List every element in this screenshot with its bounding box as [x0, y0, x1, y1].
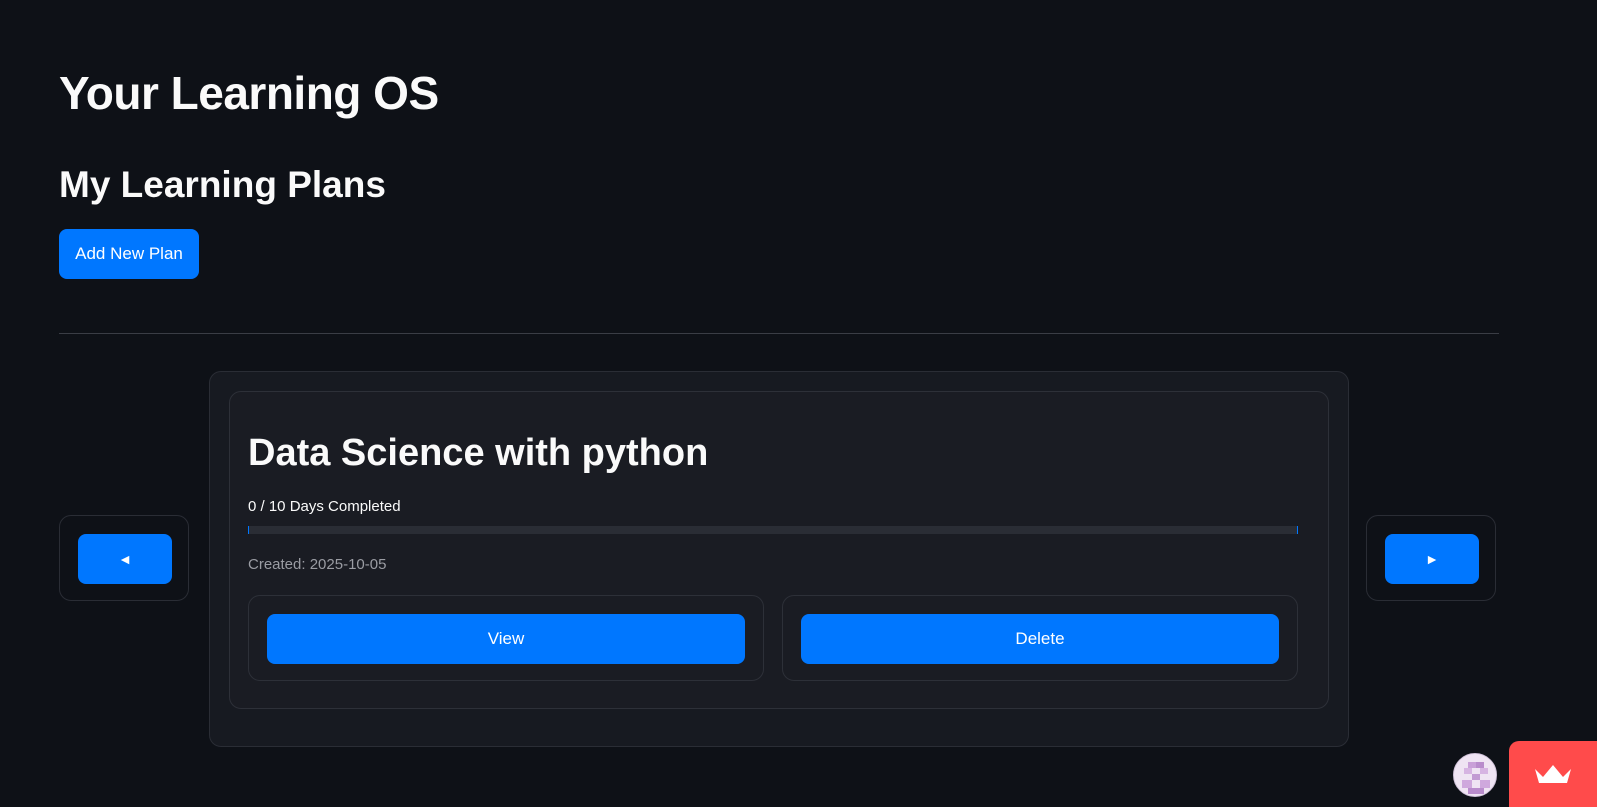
section-title: My Learning Plans	[59, 164, 386, 205]
user-avatar-icon[interactable]	[1453, 753, 1497, 797]
avatar-pattern-icon	[1454, 754, 1496, 796]
delete-button-container: Delete	[782, 595, 1298, 681]
prev-plan-button[interactable]: ◄	[78, 534, 172, 584]
add-new-plan-button[interactable]: Add New Plan	[59, 229, 199, 279]
next-nav-container: ►	[1366, 515, 1496, 601]
delete-plan-button[interactable]: Delete	[801, 614, 1279, 664]
prev-nav-container: ◄	[59, 515, 189, 601]
progress-label: 0 / 10 Days Completed	[248, 498, 401, 515]
view-plan-button[interactable]: View	[267, 614, 745, 664]
created-date: Created: 2025-10-05	[248, 556, 387, 573]
plan-title: Data Science with python	[248, 432, 709, 474]
divider	[59, 333, 1499, 334]
crown-icon	[1535, 765, 1571, 783]
page-title: Your Learning OS	[59, 67, 439, 119]
streamlit-badge[interactable]	[1509, 741, 1597, 807]
view-button-container: View	[248, 595, 764, 681]
progress-bar	[248, 526, 1298, 534]
next-plan-button[interactable]: ►	[1385, 534, 1479, 584]
plan-carousel-card: Data Science with python 0 / 10 Days Com…	[209, 371, 1349, 747]
plan-card: Data Science with python 0 / 10 Days Com…	[229, 391, 1329, 709]
app-root: Your Learning OS My Learning Plans Add N…	[0, 0, 1597, 807]
